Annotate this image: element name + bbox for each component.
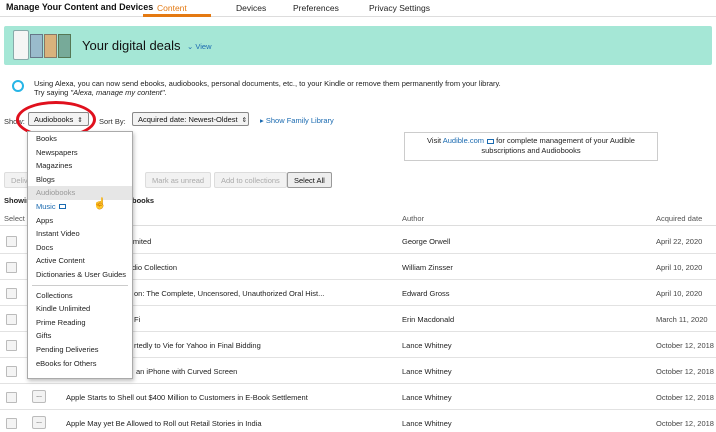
row-author: Lance Whitney [402, 341, 452, 350]
digital-deals-banner[interactable]: Your digital deals ⌄ View [4, 26, 712, 65]
dropdown-option-dictionaries[interactable]: Dictionaries & User Guides [28, 268, 132, 282]
mark-as-unread-button[interactable]: Mark as unread [145, 172, 212, 188]
dropdown-option-magazines[interactable]: Magazines [28, 159, 132, 173]
external-link-icon [487, 138, 495, 144]
more-actions-button[interactable]: ... [32, 390, 46, 403]
alexa-icon [12, 80, 24, 92]
dropdown-divider [32, 284, 128, 286]
dropdown-option-blogs[interactable]: Blogs [28, 173, 132, 187]
dropdown-option-ebooks-for-others[interactable]: eBooks for Others [28, 357, 132, 371]
dropdown-option-music[interactable]: Music [28, 200, 132, 214]
row-checkbox[interactable] [6, 288, 17, 299]
row-title: an iPhone with Curved Screen [136, 367, 238, 376]
hand-cursor-icon: ☝ [93, 198, 107, 210]
tab-content[interactable]: Content [157, 3, 187, 13]
top-navigation: Manage Your Content and Devices Content … [0, 0, 716, 17]
row-checkbox[interactable] [6, 236, 17, 247]
row-author: Edward Gross [402, 289, 450, 298]
tab-preferences[interactable]: Preferences [293, 3, 339, 13]
row-title: Fi [134, 315, 141, 324]
dropdown-option-active-content[interactable]: Active Content [28, 254, 132, 268]
row-author: Lance Whitney [402, 367, 452, 376]
row-date: October 12, 2018 [656, 393, 714, 402]
alexa-info-text: Using Alexa, you can now send ebooks, au… [34, 79, 501, 88]
row-title: Apple Starts to Shell out $400 Million t… [66, 393, 308, 402]
app-title: Manage Your Content and Devices [6, 2, 154, 12]
row-checkbox[interactable] [6, 366, 17, 377]
select-arrows-icon: ⇕ [241, 117, 248, 124]
dropdown-option-books[interactable]: Books [28, 132, 132, 146]
row-checkbox[interactable] [6, 314, 17, 325]
showing-count-suffix: books [132, 196, 155, 205]
row-title: on: The Complete, Uncensored, Unauthoriz… [134, 289, 325, 298]
row-date: March 11, 2020 [656, 315, 708, 324]
select-all-button[interactable]: Select All [287, 172, 332, 188]
dropdown-option-docs[interactable]: Docs [28, 241, 132, 255]
dropdown-option-newspapers[interactable]: Newspapers [28, 146, 132, 160]
row-author: Lance Whitney [402, 393, 452, 402]
dropdown-option-gifts[interactable]: Gifts [28, 329, 132, 343]
alexa-phrase: "Alexa, manage my content" [70, 88, 165, 97]
show-family-library-link[interactable]: ▸ Show Family Library [260, 116, 334, 125]
row-checkbox[interactable] [6, 340, 17, 351]
active-tab-indicator [143, 14, 211, 17]
tab-privacy-settings[interactable]: Privacy Settings [369, 3, 430, 13]
row-date: April 10, 2020 [656, 263, 703, 272]
sort-label: Sort By: [99, 117, 126, 126]
audible-notice: Visit Audible.com for complete managemen… [404, 132, 658, 161]
row-author: William Zinsser [402, 263, 453, 272]
row-author: George Orwell [402, 237, 451, 246]
table-row[interactable]: ... Apple Starts to Shell out $400 Milli… [0, 384, 716, 410]
dropdown-option-collections[interactable]: Collections [28, 289, 132, 303]
table-row[interactable]: ... Apple May yet Be Allowed to Roll out… [0, 410, 716, 432]
banner-view-link[interactable]: ⌄ View [187, 42, 212, 51]
row-checkbox[interactable] [6, 262, 17, 273]
alexa-try-saying: Try saying "Alexa, manage my content". [34, 88, 167, 97]
row-date: April 22, 2020 [656, 237, 703, 246]
row-date: April 10, 2020 [656, 289, 703, 298]
row-author: Lance Whitney [402, 419, 452, 428]
content-type-dropdown[interactable]: Books Newspapers Magazines Blogs Audiobo… [27, 131, 133, 379]
column-header-select: Select [4, 214, 25, 223]
dropdown-option-instant-video[interactable]: Instant Video [28, 227, 132, 241]
row-title: dio Collection [132, 263, 178, 272]
new-badge-icon [58, 204, 66, 210]
book-cover-thumbnail [44, 34, 57, 58]
row-title: rtedly to Vie for Yahoo in Final Bidding [134, 341, 261, 350]
book-cover-thumbnail [30, 34, 43, 58]
row-checkbox[interactable] [6, 392, 17, 403]
dropdown-option-pending-deliveries[interactable]: Pending Deliveries [28, 343, 132, 357]
row-title: Apple May yet Be Allowed to Roll out Ret… [66, 419, 262, 428]
dropdown-option-kindle-unlimited[interactable]: Kindle Unlimited [28, 302, 132, 316]
dropdown-option-apps[interactable]: Apps [28, 214, 132, 228]
row-date: October 12, 2018 [656, 341, 714, 350]
tab-devices[interactable]: Devices [236, 3, 266, 13]
row-date: October 12, 2018 [656, 367, 714, 376]
banner-title: Your digital deals [82, 38, 181, 53]
phone-thumbnail [13, 30, 29, 60]
dropdown-option-audiobooks[interactable]: Audiobooks [28, 186, 132, 200]
add-to-collections-button[interactable]: Add to collections [214, 172, 287, 188]
column-header-acquired-date[interactable]: Acquired date [656, 214, 702, 223]
book-cover-thumbnail [58, 34, 71, 58]
row-author: Erin Macdonald [402, 315, 455, 324]
column-header-author[interactable]: Author [402, 214, 424, 223]
row-checkbox[interactable] [6, 418, 17, 429]
more-actions-button[interactable]: ... [32, 416, 46, 429]
row-date: October 12, 2018 [656, 419, 714, 428]
audible-link[interactable]: Audible.com [443, 136, 484, 145]
dropdown-option-prime-reading[interactable]: Prime Reading [28, 316, 132, 330]
sort-select[interactable]: Acquired date: Newest-Oldest ⇕ [132, 112, 249, 126]
